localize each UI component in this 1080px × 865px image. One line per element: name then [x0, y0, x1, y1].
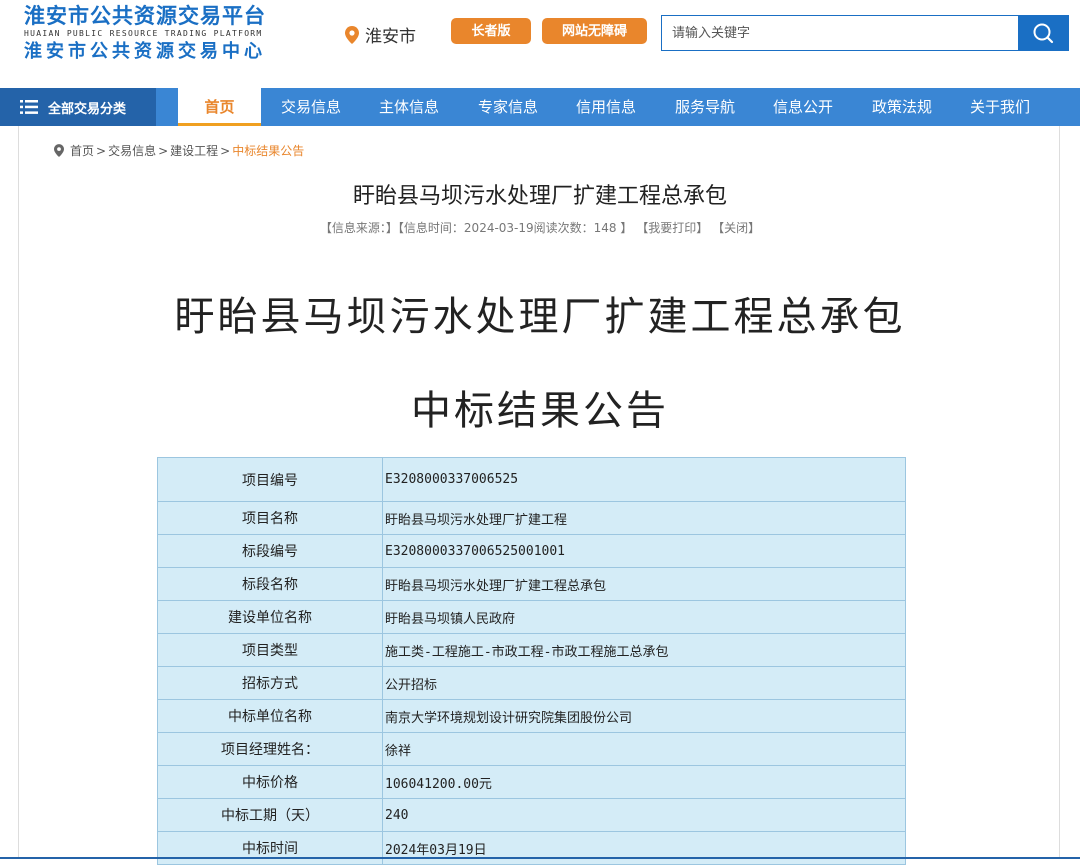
- nav-about-us[interactable]: 关于我们: [955, 88, 1045, 126]
- row-label: 项目经理姓名：: [157, 732, 383, 766]
- row-label: 中标价格: [157, 765, 383, 799]
- table-row: 项目编号 E3208000337006525: [157, 457, 906, 502]
- breadcrumb-trading-info[interactable]: 交易信息: [108, 142, 156, 159]
- table-row: 中标价格 106041200.00元: [157, 765, 906, 799]
- row-label: 中标工期（天）: [157, 798, 383, 832]
- meta-source: 【信息来源：: [319, 221, 386, 235]
- table-row: 中标工期（天） 240: [157, 798, 906, 832]
- nav-expert-info[interactable]: 专家信息: [463, 88, 553, 126]
- document-title-line1: 盱眙县马坝污水处理厂扩建工程总承包: [174, 294, 906, 340]
- city-selector[interactable]: 淮安市: [345, 22, 416, 47]
- table-row: 标段编号 E3208000337006525001001: [157, 534, 906, 568]
- row-value: E3208000337006525001001: [382, 534, 906, 568]
- row-label: 标段名称: [157, 567, 383, 601]
- table-row: 建设单位名称 盱眙县马坝镇人民政府: [157, 600, 906, 634]
- main-nav: 全部交易分类 首页 交易信息 主体信息 专家信息 信用信息 服务导航 信息公开 …: [0, 88, 1080, 126]
- logo-title: 淮安市公共资源交易平台: [24, 4, 266, 28]
- meta-time-views: 】【信息时间：2024-03-19阅读次数：148 】: [385, 221, 633, 235]
- table-row: 招标方式 公开招标: [157, 666, 906, 700]
- result-table: 项目编号 E3208000337006525 项目名称 盱眙县马坝污水处理厂扩建…: [157, 457, 906, 865]
- row-label: 建设单位名称: [157, 600, 383, 634]
- location-pin-icon: [345, 25, 359, 44]
- row-value: 盱眙县马坝镇人民政府: [382, 600, 906, 634]
- row-value: 南京大学环境规划设计研究院集团股份公司: [382, 699, 906, 733]
- nav-service-guide[interactable]: 服务导航: [660, 88, 750, 126]
- row-value: 106041200.00元: [382, 765, 906, 799]
- document-title-line2: 中标结果公告: [411, 388, 669, 434]
- row-value: 盱眙县马坝污水处理厂扩建工程总承包: [382, 567, 906, 601]
- main-content: 首页 > 交易信息 > 建设工程 > 中标结果公告 盱眙县马坝污水处理厂扩建工程…: [18, 126, 1061, 865]
- nav-info-disclosure[interactable]: 信息公开: [758, 88, 848, 126]
- article-title: 盱眙县马坝污水处理厂扩建工程总承包: [352, 184, 727, 209]
- row-label: 中标单位名称: [157, 699, 383, 733]
- row-label: 中标时间: [157, 831, 383, 865]
- nav-entity-info[interactable]: 主体信息: [364, 88, 454, 126]
- search-icon: [1033, 23, 1054, 44]
- row-value: 施工类-工程施工-市政工程-市政工程施工总承包: [382, 633, 906, 667]
- row-label: 项目类型: [157, 633, 383, 667]
- article-meta: 【信息来源：】【信息时间：2024-03-19阅读次数：148 】 【我要打印】…: [19, 219, 1061, 236]
- breadcrumb-separator: >: [96, 143, 107, 158]
- breadcrumb-current: 中标结果公告: [232, 144, 305, 158]
- location-pin-icon: [54, 144, 64, 157]
- logo-subtitle: 淮安市公共资源交易中心: [24, 41, 266, 62]
- breadcrumb-construction[interactable]: 建设工程: [170, 142, 218, 159]
- close-link[interactable]: 【关闭】: [712, 221, 760, 235]
- table-row: 项目类型 施工类-工程施工-市政工程-市政工程施工总承包: [157, 633, 906, 667]
- menu-list-icon: [20, 100, 38, 114]
- search-box: [661, 15, 1069, 51]
- table-row: 中标时间 2024年03月19日: [157, 831, 906, 865]
- logo-english: HUAIAN PUBLIC RESOURCE TRADING PLATFORM: [24, 29, 263, 38]
- row-value: E3208000337006525: [382, 457, 906, 502]
- row-label: 项目编号: [157, 457, 383, 502]
- table-row: 项目经理姓名： 徐祥: [157, 732, 906, 766]
- nav-home[interactable]: 首页: [178, 88, 261, 126]
- row-value: 公开招标: [382, 666, 906, 700]
- print-link[interactable]: 【我要打印】: [636, 221, 708, 235]
- site-logo[interactable]: 淮安市公共资源交易平台 HUAIAN PUBLIC RESOURCE TRADI…: [24, 4, 314, 64]
- row-label: 招标方式: [157, 666, 383, 700]
- search-button[interactable]: [1018, 16, 1068, 50]
- row-value: 盱眙县马坝污水处理厂扩建工程: [382, 501, 906, 535]
- row-label: 标段编号: [157, 534, 383, 568]
- row-value: 2024年03月19日: [382, 831, 906, 865]
- breadcrumb: 首页 > 交易信息 > 建设工程 > 中标结果公告: [54, 142, 304, 159]
- row-label: 项目名称: [157, 501, 383, 535]
- table-row: 中标单位名称 南京大学环境规划设计研究院集团股份公司: [157, 699, 906, 733]
- breadcrumb-home[interactable]: 首页: [70, 142, 94, 159]
- table-row: 标段名称 盱眙县马坝污水处理厂扩建工程总承包: [157, 567, 906, 601]
- breadcrumb-separator: >: [158, 143, 169, 158]
- row-value: 240: [382, 798, 906, 832]
- search-input[interactable]: [662, 16, 1018, 50]
- nav-trading-info[interactable]: 交易信息: [266, 88, 356, 126]
- all-categories-button[interactable]: 全部交易分类: [0, 88, 156, 126]
- breadcrumb-separator: >: [220, 143, 231, 158]
- site-header: 淮安市公共资源交易平台 HUAIAN PUBLIC RESOURCE TRADI…: [0, 0, 1080, 88]
- city-label: 淮安市: [365, 27, 416, 47]
- nav-credit-info[interactable]: 信用信息: [561, 88, 651, 126]
- row-value: 徐祥: [382, 732, 906, 766]
- table-row: 项目名称 盱眙县马坝污水处理厂扩建工程: [157, 501, 906, 535]
- elder-mode-button[interactable]: 长者版: [451, 18, 531, 44]
- nav-policy[interactable]: 政策法规: [857, 88, 947, 126]
- accessibility-button[interactable]: 网站无障碍: [542, 18, 647, 44]
- all-categories-label: 全部交易分类: [48, 101, 127, 117]
